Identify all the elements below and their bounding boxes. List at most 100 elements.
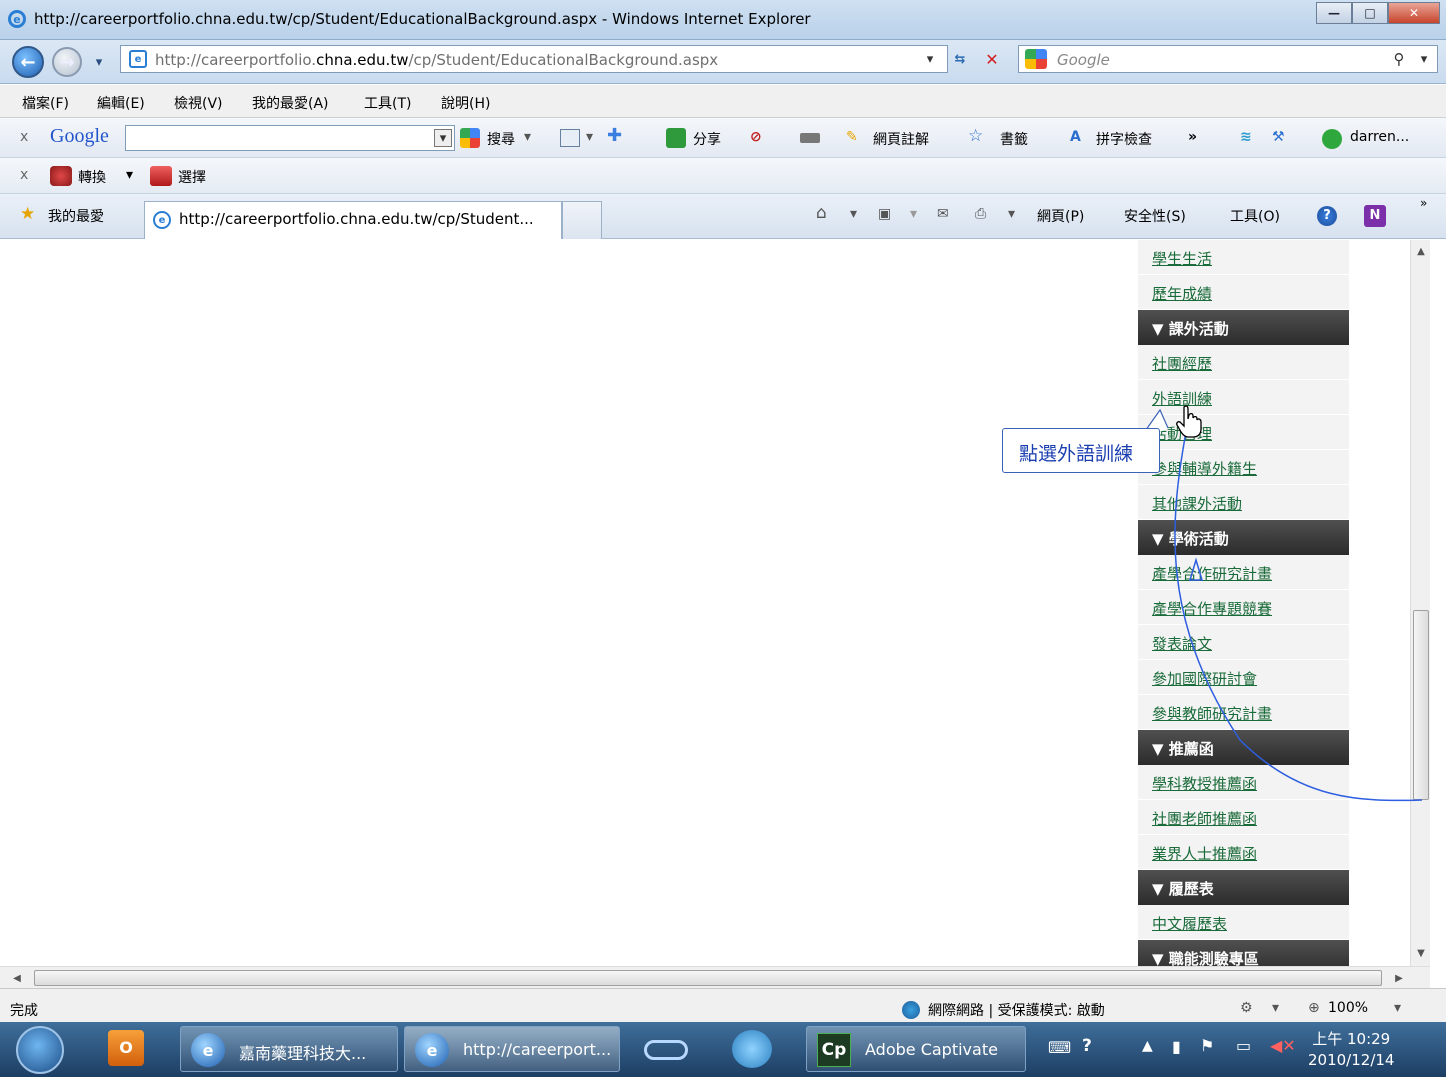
protected-dropdown-icon[interactable]: ▾ [1272,1000,1279,1016]
google-search-dropdown-icon[interactable]: ▾ [434,129,452,147]
sidebar-link[interactable]: 社團經歷 [1138,345,1349,380]
sidebar-link[interactable]: 產學合作研究計畫 [1138,555,1349,590]
forward-button[interactable]: → [52,47,82,77]
tray-app-icon[interactable]: ▮ [1172,1037,1181,1056]
address-bar[interactable]: e http://careerportfolio.chna.edu.tw/cp/… [120,45,948,73]
print-icon[interactable]: ⎙ [975,206,986,222]
bookmarks-button[interactable]: 書籤 [1000,129,1028,149]
sidebar-section-header[interactable]: ▼ 學術活動 [1138,520,1349,555]
scroll-left-icon[interactable]: ◀ [10,971,24,985]
help-tray-icon[interactable]: ? [1082,1036,1092,1056]
zoom-dropdown-icon[interactable]: ▾ [1394,1000,1401,1016]
zoom-level[interactable]: 100% [1328,1000,1368,1016]
network-tray-icon[interactable]: ▭ [1236,1036,1251,1055]
favorites-button[interactable]: 我的最愛 [48,206,104,226]
security-zone[interactable]: 網際網路 | 受保護模式: 啟動 [928,1000,1105,1020]
google-toolbar-close[interactable]: x [20,129,28,145]
sidebar-link[interactable]: 歷年成績 [1138,275,1349,310]
infinity-app-icon[interactable] [644,1040,688,1060]
annotate-button[interactable]: 網頁註解 [873,129,929,149]
feeds-icon[interactable]: ▣ [878,206,891,222]
sidebar-link[interactable]: 學科教授推薦函 [1138,765,1349,800]
horizontal-scrollbar[interactable]: ◀ ▶ [0,966,1430,988]
page-menu[interactable]: 網頁(P) [1037,206,1084,226]
menu-tools[interactable]: 工具(T) [364,93,411,113]
volume-muted-icon[interactable]: ◀✕ [1270,1036,1296,1055]
protected-mode-icon[interactable]: ⚙ [1240,1000,1253,1016]
sidebar-link[interactable]: 業界人士推薦函 [1138,835,1349,870]
sidebar-link[interactable]: 活動管理 [1138,415,1349,450]
search-box[interactable]: Google ⚲ ▾ [1018,45,1438,73]
minimize-button[interactable]: — [1316,2,1352,24]
scroll-right-icon[interactable]: ▶ [1392,971,1406,985]
taskbar-item-captivate[interactable]: Cp Adobe Captivate [806,1026,1026,1072]
sidebar-section-header[interactable]: ▼ 職能測驗專區 [1138,940,1349,966]
search-icon[interactable]: ⚲ [1389,50,1409,68]
sidebar-link[interactable]: 外語訓練 [1138,380,1349,415]
menu-file[interactable]: 檔案(F) [22,93,69,113]
search-options-icon[interactable]: ▾ [1415,50,1433,68]
messenger-icon[interactable] [732,1030,772,1068]
outlook-icon[interactable]: O [108,1030,144,1066]
wrench-icon[interactable]: ⚒ [1272,129,1285,145]
sidebar-link[interactable]: 中文履歷表 [1138,905,1349,940]
layout-dropdown-icon[interactable]: ▾ [586,129,593,145]
home-icon[interactable]: ⌂ [816,203,827,223]
select-button[interactable]: 選擇 [178,167,206,187]
back-button[interactable]: ← [12,46,44,78]
menu-help[interactable]: 說明(H) [441,93,490,113]
google-search-button[interactable]: 搜尋 [487,129,515,149]
convert-dropdown-icon[interactable]: ▾ [126,167,133,183]
print-dropdown-icon[interactable]: ▾ [1008,206,1015,222]
keyboard-tray-icon[interactable]: ⌨ [1048,1038,1071,1057]
history-dropdown-icon[interactable]: ▾ [90,54,108,70]
system-clock[interactable]: 上午 10:29 2010/12/14 [1308,1029,1394,1071]
sidebar-link[interactable]: 參加國際研討會 [1138,660,1349,695]
plus-icon[interactable]: ✚ [607,125,622,146]
close-button[interactable]: ✕ [1388,2,1440,24]
sidebar-link[interactable]: 社團老師推薦函 [1138,800,1349,835]
convert-button[interactable]: 轉換 [78,167,106,187]
maximize-button[interactable]: □ [1352,2,1388,24]
taskbar-item-chna[interactable]: e 嘉南藥理科技大... [180,1026,398,1072]
google-search-input[interactable]: ▾ [125,125,455,151]
scroll-down-icon[interactable]: ▼ [1414,946,1428,960]
home-dropdown-icon[interactable]: ▾ [850,206,857,222]
taskbar-item-careerportfolio[interactable]: e http://careerport... [404,1026,620,1072]
sidebar-link[interactable]: 其他課外活動 [1138,485,1349,520]
sidebar-link[interactable]: 發表論文 [1138,625,1349,660]
menu-edit[interactable]: 編輯(E) [97,93,145,113]
more-tools-button[interactable]: » [1188,129,1197,145]
sidewiki-icon[interactable] [800,133,820,143]
sidebar-link[interactable]: 參與教師研究計畫 [1138,695,1349,730]
sidebar-link[interactable]: 參與輔導外籍生 [1138,450,1349,485]
sidebar-section-header[interactable]: ▼ 課外活動 [1138,310,1349,345]
sidebar-section-header[interactable]: ▼ 履歷表 [1138,870,1349,905]
safety-menu[interactable]: 安全性(S) [1124,206,1186,226]
stop-icon[interactable]: ✕ [980,48,1004,70]
spellcheck-button[interactable]: 拼字檢查 [1096,129,1152,149]
search-dropdown-icon[interactable]: ▾ [524,129,531,145]
show-hidden-icons[interactable]: ▲ [1142,1038,1153,1054]
scroll-up-icon[interactable]: ▲ [1414,244,1428,258]
sidebar-section-header[interactable]: ▼ 推薦函 [1138,730,1349,765]
vertical-scroll-thumb[interactable] [1413,610,1429,800]
new-tab-button[interactable] [562,201,602,239]
feeds-dropdown-icon[interactable]: ▾ [910,206,917,222]
user-account[interactable]: darren... [1350,129,1409,145]
sidebar-link[interactable]: 學生生活 [1138,240,1349,275]
vertical-scrollbar[interactable]: ▲ ▼ [1410,240,1430,966]
tools-menu[interactable]: 工具(O) [1230,206,1280,226]
address-dropdown-icon[interactable]: ▾ [921,50,939,68]
convert-toolbar-close[interactable]: x [20,167,28,183]
popup-blocker-icon[interactable]: ⊘ [750,129,762,145]
share-button[interactable]: 分享 [693,129,721,149]
help-icon[interactable]: ? [1317,206,1337,226]
page-layout-icon[interactable] [560,129,580,147]
start-button[interactable] [16,1026,64,1074]
browser-tab[interactable]: e http://careerportfolio.chna.edu.tw/cp/… [144,201,562,239]
refresh-icon[interactable]: ⇆ [948,48,972,70]
mail-icon[interactable]: ✉ [937,206,949,222]
favbar-more-button[interactable]: » [1420,196,1427,210]
action-center-icon[interactable]: ⚑ [1200,1036,1214,1055]
